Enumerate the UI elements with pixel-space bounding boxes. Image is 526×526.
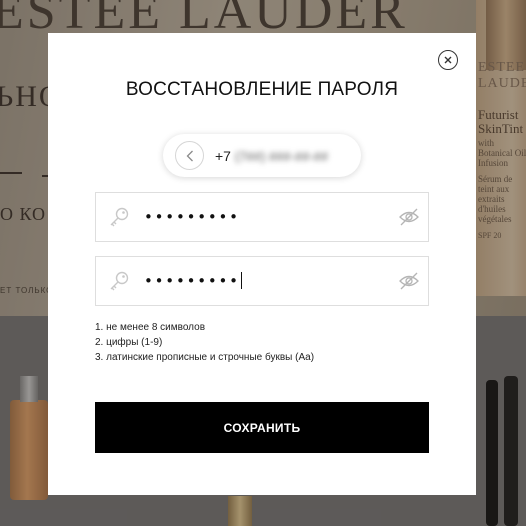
rule-item: 3. латинские прописные и строчные буквы … bbox=[95, 352, 315, 363]
confirm-password-dots: ••••••••• bbox=[144, 272, 240, 290]
modal-title: ВОССТАНОВЛЕНИЕ ПАРОЛЯ bbox=[125, 79, 399, 100]
new-password-value: ••••••••• bbox=[144, 208, 240, 226]
phone-prefix: +7 bbox=[215, 148, 231, 164]
key-icon bbox=[110, 271, 129, 291]
password-rules: 1. не менее 8 символов 2. цифры (1-9) 3.… bbox=[95, 320, 314, 365]
key-icon bbox=[110, 207, 129, 227]
close-icon bbox=[444, 56, 452, 64]
chevron-left-icon bbox=[186, 150, 193, 161]
rule-item: 2. цифры (1-9) bbox=[95, 337, 163, 348]
confirm-password-field[interactable]: ••••••••• bbox=[95, 256, 429, 306]
text-caret bbox=[240, 272, 242, 289]
rule-item: 1. не менее 8 символов bbox=[95, 322, 206, 333]
save-button[interactable]: СОХРАНИТЬ bbox=[95, 402, 429, 453]
password-reset-modal: ВОССТАНОВЛЕНИЕ ПАРОЛЯ +7 (7##) ###-##-##… bbox=[48, 33, 476, 495]
phone-number-pill: +7 (7##) ###-##-## bbox=[163, 134, 361, 177]
phone-number: +7 (7##) ###-##-## bbox=[215, 148, 328, 164]
eye-off-icon[interactable] bbox=[398, 271, 420, 291]
back-button[interactable] bbox=[175, 141, 204, 170]
close-button[interactable] bbox=[438, 50, 458, 70]
confirm-password-value: ••••••••• bbox=[144, 271, 242, 291]
eye-off-icon[interactable] bbox=[398, 207, 420, 227]
new-password-field[interactable]: ••••••••• bbox=[95, 192, 429, 242]
phone-masked-digits: (7##) ###-##-## bbox=[234, 149, 329, 164]
